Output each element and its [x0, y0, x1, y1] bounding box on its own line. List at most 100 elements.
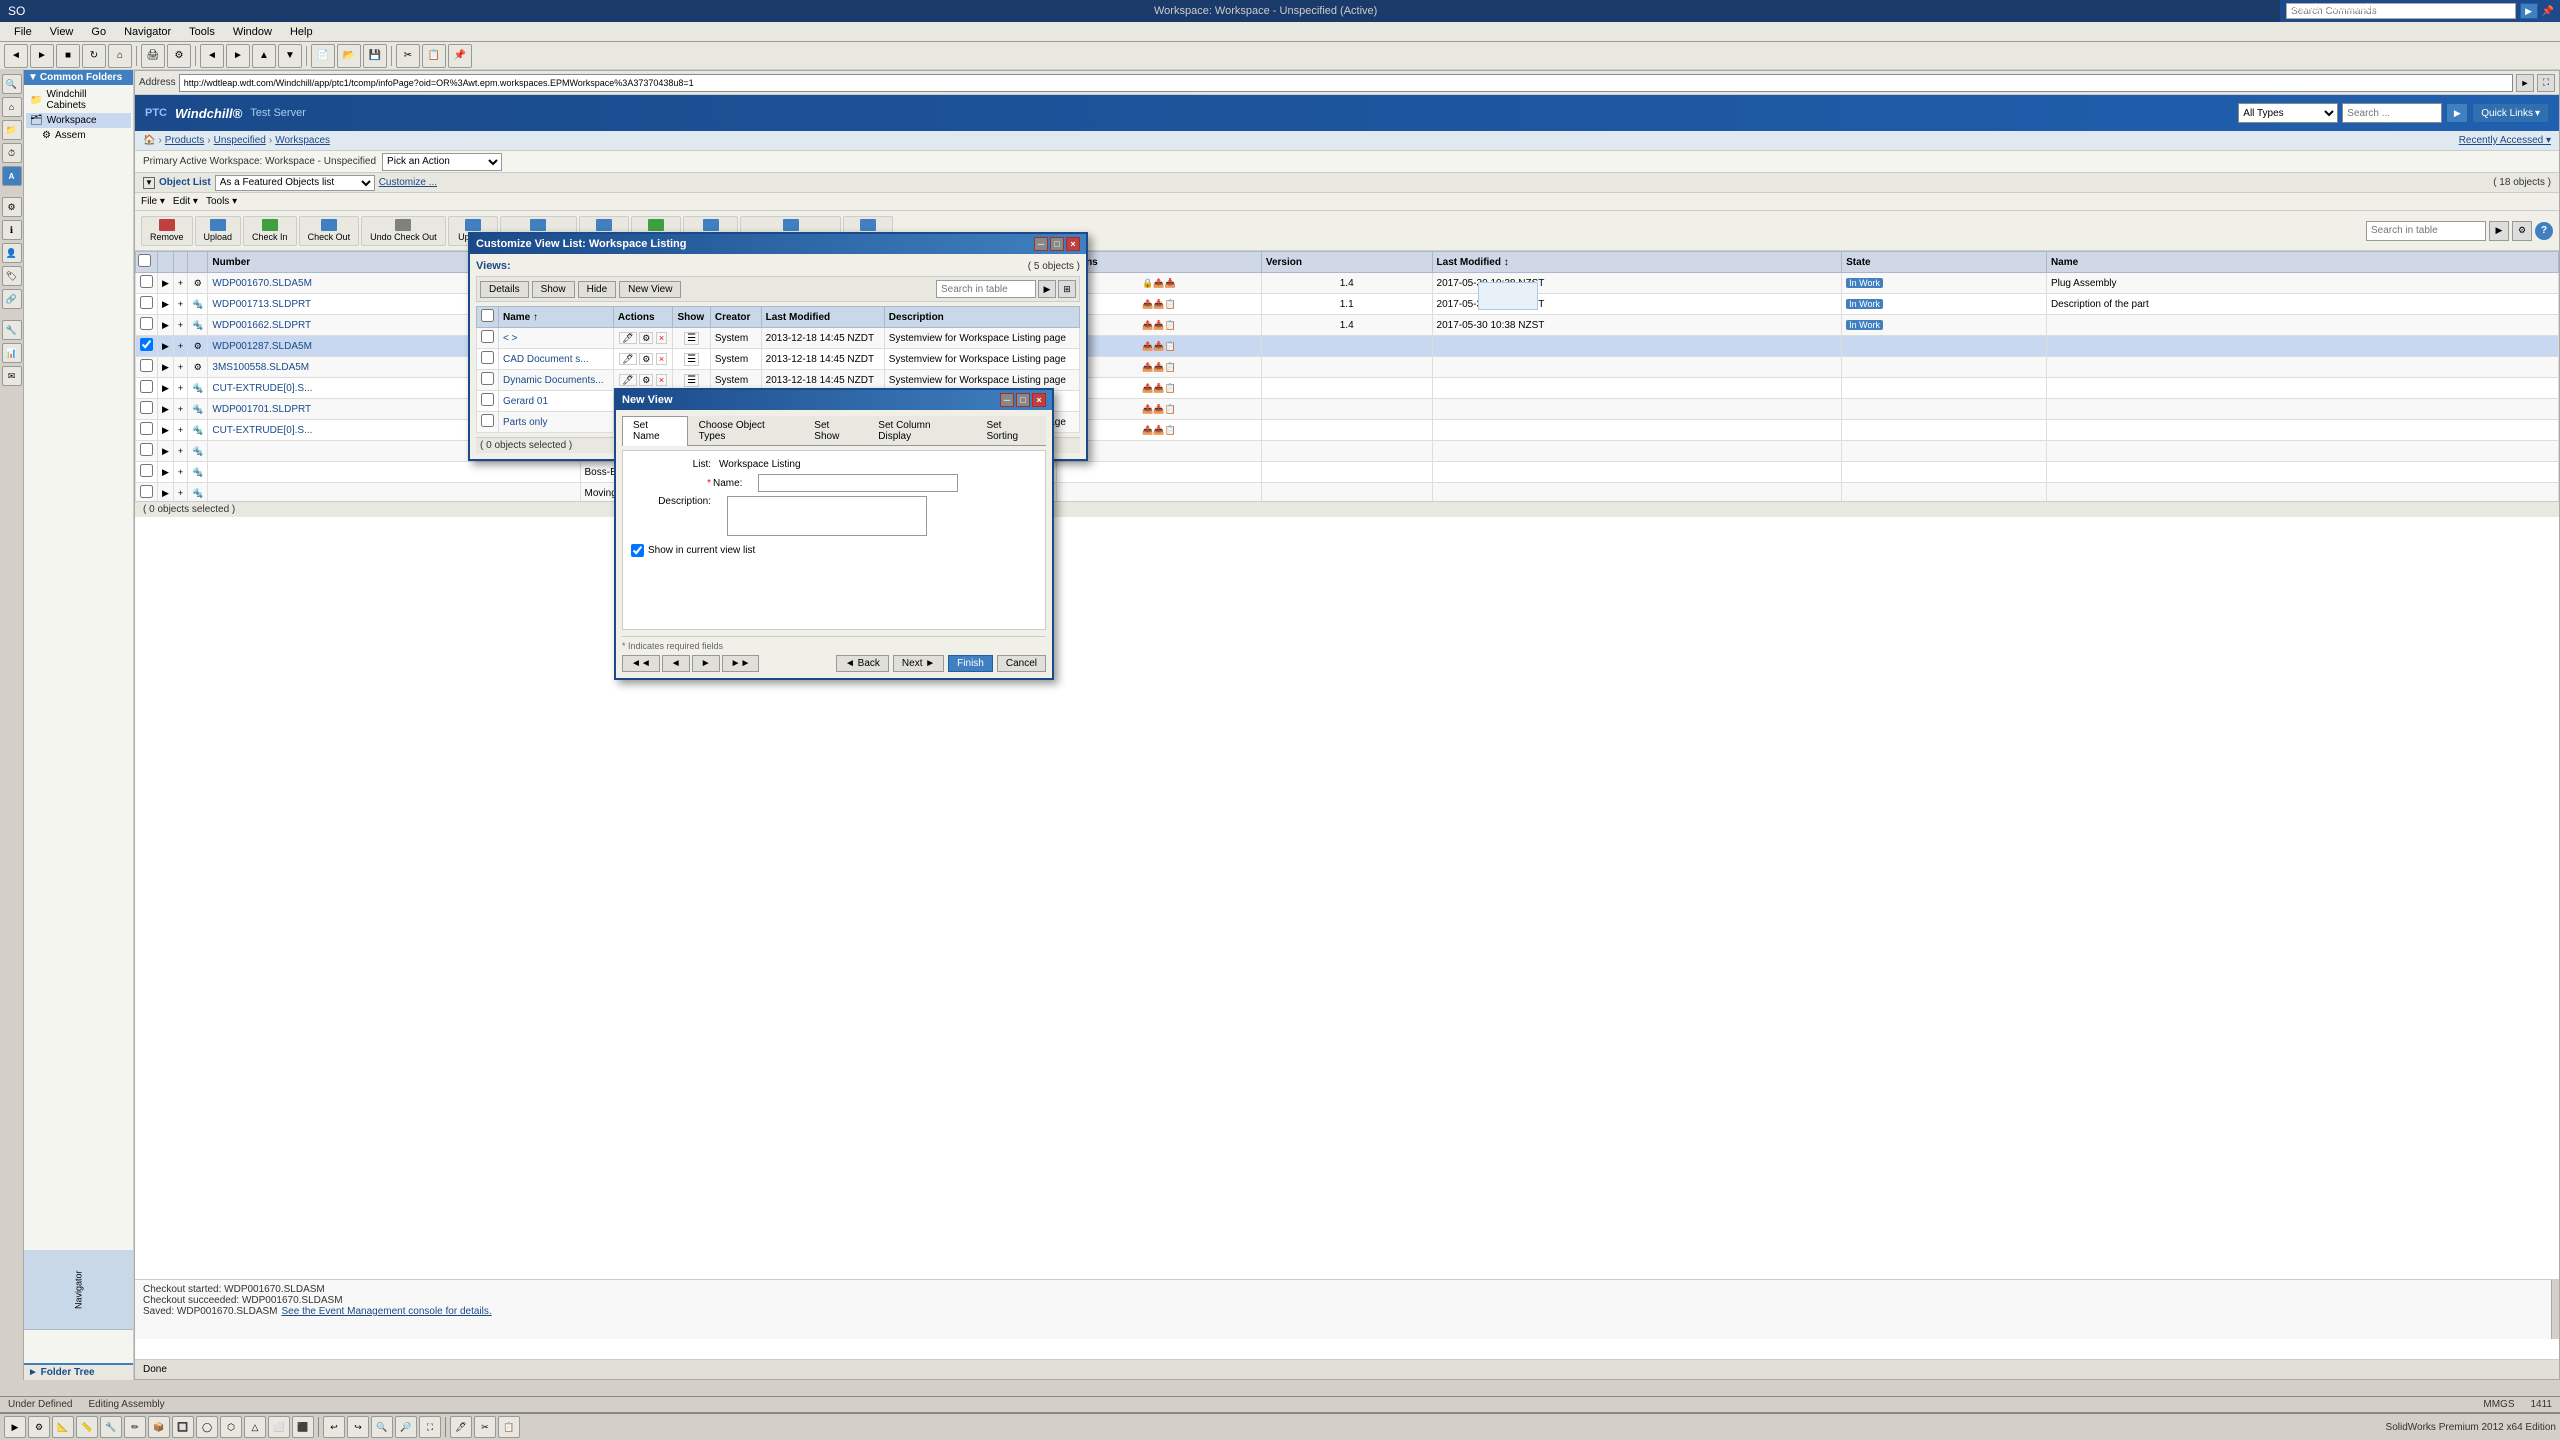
cv-show-button[interactable]: Show — [532, 281, 575, 298]
sidebar-info-icon[interactable]: ℹ — [2, 220, 22, 240]
sidebar-tool-icon[interactable]: 🔧 — [2, 320, 22, 340]
print-button[interactable]: 🖨 — [141, 44, 165, 68]
cv-hide-button[interactable]: Hide — [578, 281, 617, 298]
show-in-view-list-checkbox[interactable] — [631, 544, 644, 557]
stop-button[interactable]: ■ — [56, 44, 80, 68]
row-checkbox[interactable] — [140, 380, 153, 393]
menu-file[interactable]: File — [6, 24, 40, 40]
sidebar-mail-icon[interactable]: ✉ — [2, 366, 22, 386]
cv-details-button[interactable]: Details — [480, 281, 529, 298]
sidebar-item-windchill-cabinets[interactable]: 📁 Windchill Cabinets — [26, 87, 131, 113]
menu-help[interactable]: Help — [282, 24, 321, 40]
browser-go-button[interactable]: ► — [2516, 74, 2534, 92]
open-button[interactable]: 📂 — [337, 44, 361, 68]
sw-tool-15[interactable]: ↪ — [347, 1416, 369, 1438]
cv-row-show[interactable]: ☰ — [673, 349, 710, 370]
sw-tool-13[interactable]: ⬛ — [292, 1416, 314, 1438]
cv-grid-view-button[interactable]: ⊞ — [1058, 280, 1076, 298]
home-button[interactable]: ⌂ — [108, 44, 132, 68]
customize-view-close[interactable]: × — [1066, 237, 1080, 251]
cv-row-actions[interactable]: 🖊 ⚙ × — [613, 349, 673, 370]
new-view-minimize[interactable]: ─ — [1000, 393, 1014, 407]
search-commands-input[interactable] — [2286, 3, 2516, 19]
wc-search-input[interactable] — [2342, 103, 2442, 123]
tab-set-name[interactable]: Set Name — [622, 416, 688, 446]
paste-button[interactable]: 📌 — [448, 44, 472, 68]
cv-row-actions[interactable]: 🖊 ⚙ × — [613, 328, 673, 349]
new-view-close[interactable]: × — [1032, 393, 1046, 407]
name-input[interactable] — [758, 474, 958, 492]
tab-set-sorting[interactable]: Set Sorting — [975, 416, 1046, 445]
check-out-button[interactable]: Check Out — [299, 216, 360, 246]
sidebar-browse-icon[interactable]: 📁 — [2, 120, 22, 140]
cancel-button-dialog[interactable]: Cancel — [997, 655, 1046, 672]
next-button-dialog[interactable]: Next ► — [893, 655, 944, 672]
breadcrumb-workspaces[interactable]: Workspaces — [275, 135, 330, 146]
table-search-input[interactable] — [2366, 221, 2486, 241]
nav-prev-button[interactable]: ◄ — [662, 655, 690, 672]
table-help-button[interactable]: ? — [2535, 222, 2553, 240]
sw-tool-3[interactable]: 📐 — [52, 1416, 74, 1438]
select-all-checkbox[interactable] — [138, 254, 151, 267]
up-button[interactable]: ▲ — [252, 44, 276, 68]
col-last-modified[interactable]: Last Modified ↕ — [1432, 252, 1842, 273]
scroll-bar-right[interactable] — [2551, 1280, 2559, 1339]
search-go-button[interactable]: ▶ — [2520, 3, 2538, 19]
cv-row-checkbox[interactable] — [481, 330, 494, 343]
cv-select-all[interactable] — [481, 309, 494, 322]
cv-search-input[interactable] — [936, 280, 1036, 298]
object-list-dropdown[interactable]: As a Featured Objects list — [215, 175, 375, 191]
cv-new-view-button[interactable]: New View — [619, 281, 681, 298]
breadcrumb-products[interactable]: Products — [165, 135, 204, 146]
row-checkbox[interactable] — [140, 359, 153, 372]
cv-search-button[interactable]: ▶ — [1038, 280, 1056, 298]
customize-view-maximize[interactable]: □ — [1050, 237, 1064, 251]
sidebar-home-icon[interactable]: ⌂ — [2, 97, 22, 117]
cut-button[interactable]: ✂ — [396, 44, 420, 68]
sw-tool-6[interactable]: ✏ — [124, 1416, 146, 1438]
cv-row-checkbox[interactable] — [481, 393, 494, 406]
next-button[interactable]: ► — [226, 44, 250, 68]
nav-last-button[interactable]: ►► — [722, 655, 760, 672]
sidebar-tag-icon[interactable]: 🏷 — [2, 266, 22, 286]
back-button-dialog[interactable]: ◄ Back — [836, 655, 889, 672]
pin-button[interactable]: 📌 — [2542, 6, 2554, 17]
status-event-link[interactable]: See the Event Management console for det… — [282, 1306, 492, 1317]
row-checkbox[interactable] — [140, 317, 153, 330]
sw-tool-9[interactable]: ◯ — [196, 1416, 218, 1438]
menu-window[interactable]: Window — [225, 24, 280, 40]
menu-view[interactable]: View — [42, 24, 82, 40]
row-checkbox[interactable] — [140, 296, 153, 309]
sidebar-settings-icon[interactable]: ⚙ — [2, 197, 22, 217]
row-checkbox[interactable] — [140, 464, 153, 477]
finish-button[interactable]: Finish — [948, 655, 993, 672]
row-checkbox[interactable] — [140, 338, 153, 351]
sidebar-item-workspace[interactable]: 🗂 Workspace — [26, 113, 131, 128]
sw-tool-20[interactable]: ✂ — [474, 1416, 496, 1438]
sw-tool-12[interactable]: ⬜ — [268, 1416, 290, 1438]
check-in-button[interactable]: Check In — [243, 216, 297, 246]
edit-menu[interactable]: Edit ▾ — [173, 196, 198, 207]
type-dropdown[interactable]: All Types — [2238, 103, 2338, 123]
sw-tool-21[interactable]: 📋 — [498, 1416, 520, 1438]
sw-tool-11[interactable]: △ — [244, 1416, 266, 1438]
forward-button[interactable]: ► — [30, 44, 54, 68]
breadcrumb-unspecified[interactable]: Unspecified — [214, 135, 266, 146]
sidebar-user-icon[interactable]: 👤 — [2, 243, 22, 263]
sidebar-recent-icon[interactable]: ⏱ — [2, 143, 22, 163]
sw-tool-2[interactable]: ⚙ — [28, 1416, 50, 1438]
sw-tool-17[interactable]: 🔎 — [395, 1416, 417, 1438]
copy-button[interactable]: 📋 — [422, 44, 446, 68]
new-view-maximize[interactable]: □ — [1016, 393, 1030, 407]
object-list-collapse[interactable]: ▼ — [143, 177, 155, 189]
sw-tool-10[interactable]: ⬡ — [220, 1416, 242, 1438]
menu-tools[interactable]: Tools — [181, 24, 223, 40]
browser-maximize-button[interactable]: ⛶ — [2537, 74, 2555, 92]
col-state[interactable]: State — [1842, 252, 2047, 273]
nav-first-button[interactable]: ◄◄ — [622, 655, 660, 672]
sidebar-search-icon[interactable]: 🔍 — [2, 74, 22, 94]
sidebar-item-assem[interactable]: ⚙ Assem — [26, 128, 131, 143]
table-search-go-button[interactable]: ▶ — [2489, 221, 2509, 241]
refresh-button[interactable]: ↻ — [82, 44, 106, 68]
navigator-tab[interactable]: Navigator — [24, 1250, 133, 1330]
